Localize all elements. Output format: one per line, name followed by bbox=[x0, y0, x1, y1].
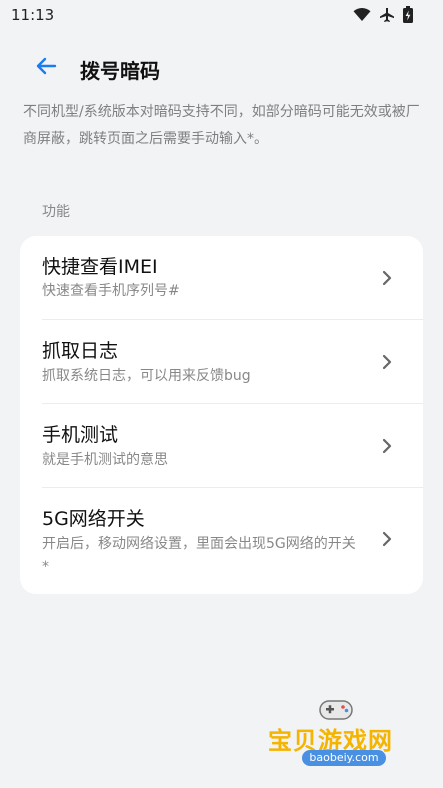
item-title: 5G网络开关 bbox=[42, 508, 145, 530]
feature-list-card: 快捷查看IMEI 快速查看手机序列号# 抓取日志 抓取系统日志，可以用来反馈bu… bbox=[20, 236, 423, 594]
airplane-icon bbox=[379, 7, 395, 23]
notice-text: 不同机型/系统版本对暗码支持不同，如部分暗码可能无效或被厂商屏蔽，跳转页面之后需… bbox=[23, 104, 420, 147]
status-bar: 11:13 bbox=[0, 0, 443, 30]
chevron-right-icon bbox=[381, 437, 393, 455]
chevron-right-icon bbox=[381, 530, 393, 548]
item-subtitle: 抓取系统日志，可以用来反馈bug bbox=[42, 368, 251, 384]
section-label: 功能 bbox=[42, 204, 70, 220]
watermark-logo: 宝贝游戏网 baobeiy.com bbox=[268, 695, 418, 775]
status-time: 11:13 bbox=[11, 6, 55, 24]
chevron-right-icon bbox=[381, 353, 393, 371]
item-title: 快捷查看IMEI bbox=[42, 256, 158, 278]
status-icons bbox=[353, 6, 413, 23]
battery-charging-icon bbox=[403, 6, 413, 23]
header: 拨号暗码 bbox=[0, 46, 443, 90]
chevron-right-icon bbox=[381, 269, 393, 287]
item-title: 抓取日志 bbox=[42, 340, 119, 362]
list-item-5g-toggle[interactable]: 5G网络开关 开启后，移动网络设置，里面会出现5G网络的开关* bbox=[20, 488, 423, 594]
list-item-logs[interactable]: 抓取日志 抓取系统日志，可以用来反馈bug bbox=[20, 320, 423, 403]
item-subtitle: 开启后，移动网络设置，里面会出现5G网络的开关* bbox=[42, 536, 356, 575]
item-title: 手机测试 bbox=[42, 424, 119, 446]
item-subtitle: 就是手机测试的意思 bbox=[42, 452, 168, 468]
list-item-imei[interactable]: 快捷查看IMEI 快速查看手机序列号# bbox=[20, 236, 423, 319]
watermark-url: baobeiy.com bbox=[302, 750, 386, 766]
arrow-left-icon bbox=[35, 57, 57, 79]
back-button[interactable] bbox=[30, 54, 62, 82]
list-item-phone-test[interactable]: 手机测试 就是手机测试的意思 bbox=[20, 404, 423, 487]
page-title: 拨号暗码 bbox=[80, 59, 160, 83]
item-subtitle: 快速查看手机序列号# bbox=[42, 283, 180, 299]
wifi-icon bbox=[353, 7, 371, 22]
